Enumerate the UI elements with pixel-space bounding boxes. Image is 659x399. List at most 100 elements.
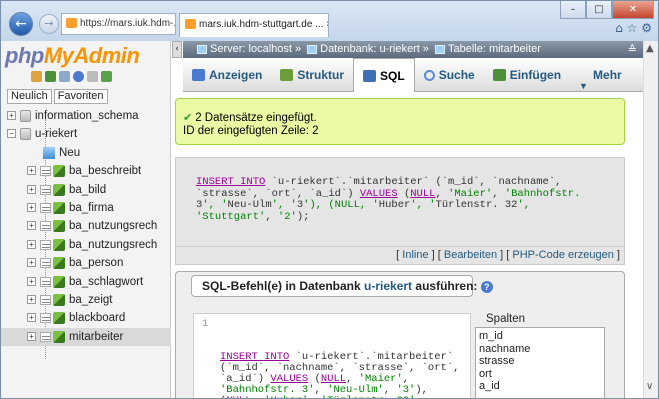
breadcrumb-database[interactable]: Datenbank: u-riekert [320, 43, 420, 55]
structure-icon[interactable] [53, 257, 65, 270]
check-icon: ✔ [183, 111, 193, 124]
expand-icon[interactable]: + [27, 294, 36, 304]
collapse-icon[interactable]: − [7, 129, 16, 139]
logout-icon[interactable] [45, 71, 56, 82]
browser-toolbar-icons[interactable]: ⌂ ☆ ⚙ [615, 21, 652, 35]
address-bar[interactable]: https://mars.iuk.hdm-... ⌕ ▾ 🔒 ↻ [61, 13, 176, 35]
tree-item[interactable]: + ba_schlagwort [1, 273, 171, 291]
scroll-down-icon[interactable]: ∨ [646, 381, 653, 392]
tab-structure[interactable]: Struktur [271, 58, 353, 92]
tree-item-label[interactable]: Neu [59, 144, 80, 162]
sql-editor[interactable]: 1 INSERT INTO `u-riekert`.`mitarbeiter`(… [193, 313, 471, 398]
columns-list[interactable]: m_id nachname strasse ort a_id [475, 327, 605, 398]
structure-icon[interactable] [53, 220, 65, 233]
tree-item[interactable]: + blackboard [1, 309, 171, 327]
minimize-button[interactable]: – [560, 1, 586, 19]
browser-tab[interactable]: mars.iuk.hdm-stuttgart.de ... × [179, 13, 329, 37]
breadcrumb-server[interactable]: Server: localhost [210, 43, 292, 55]
success-line1: 2 Datensätze eingefügt. [195, 112, 317, 124]
structure-icon[interactable] [53, 238, 65, 251]
page-scrollbar[interactable]: ▲ ∨ [643, 41, 658, 398]
tree-item[interactable]: + ba_nutzungsrech [1, 236, 171, 254]
tree-item[interactable]: − u-riekert [1, 125, 171, 143]
tree-item[interactable]: + ba_nutzungsrech [1, 217, 171, 235]
collapse-nav-button[interactable]: ‹ [172, 41, 182, 58]
expand-icon[interactable]: + [27, 276, 36, 286]
column-option[interactable]: ort [479, 368, 604, 381]
breadcrumb-table[interactable]: Tabelle: mitarbeiter [448, 43, 541, 55]
tree-item-label[interactable]: blackboard [69, 309, 125, 327]
expand-icon[interactable]: + [27, 331, 36, 341]
tree-item-label[interactable]: ba_nutzungsrech [69, 217, 157, 235]
phpmyadmin-logo[interactable]: phpMyAdmin [5, 43, 140, 69]
edit-link[interactable]: Bearbeiten [444, 249, 497, 261]
maximize-button[interactable]: □ [586, 1, 612, 19]
legend-db[interactable]: u-riekert [364, 279, 412, 293]
tab-insert[interactable]: Einfügen [484, 58, 570, 92]
back-arrow-icon[interactable]: ← [9, 12, 33, 36]
tree-item-label[interactable]: ba_nutzungsrech [69, 236, 157, 254]
column-option[interactable]: a_id [479, 380, 604, 393]
tree-item[interactable]: + ba_bild [1, 181, 171, 199]
tree-item[interactable]: + ba_beschreibt [1, 162, 171, 180]
structure-icon[interactable] [53, 312, 65, 325]
settings-icon[interactable] [87, 71, 98, 82]
tree-item-label[interactable]: ba_zeigt [69, 291, 112, 309]
tab-chevron-down[interactable]: ▼ Mehr [570, 58, 631, 92]
tab-close-icon[interactable]: × [326, 19, 328, 30]
tree-item-label[interactable]: ba_bild [69, 181, 106, 199]
tree-item-label[interactable]: u-riekert [35, 125, 77, 143]
column-option[interactable]: m_id [479, 330, 604, 343]
expand-icon[interactable]: + [27, 221, 36, 231]
table-menu: Anzeigen Struktur SQL Suche Einfügen ▼ Mehr [183, 58, 643, 92]
browser-window: ← → https://mars.iuk.hdm-... ⌕ ▾ 🔒 ↻ mar… [0, 0, 659, 399]
tree-item[interactable]: Neu [1, 144, 171, 162]
column-option[interactable]: nachname [479, 343, 604, 356]
column-option[interactable]: strasse [479, 355, 604, 368]
expand-icon[interactable]: + [27, 184, 36, 194]
expand-icon[interactable]: + [27, 258, 36, 268]
php-code-link[interactable]: PHP-Code erzeugen [512, 249, 614, 261]
tab-favoriten[interactable]: Favoriten [53, 89, 108, 104]
tab-label: Struktur [297, 68, 345, 82]
tree-item[interactable]: + information_schema [1, 107, 171, 125]
scroll-up-icon[interactable]: ▲ [646, 43, 654, 54]
tab-title: mars.iuk.hdm-stuttgart.de ... [199, 19, 324, 30]
tree-item[interactable]: + ba_person [1, 254, 171, 272]
structure-icon[interactable] [53, 293, 65, 306]
tree-item[interactable]: + mitarbeiter [1, 327, 171, 347]
expand-icon[interactable]: + [27, 166, 36, 176]
forward-arrow-icon[interactable]: → [39, 14, 59, 34]
tree-item[interactable]: + ba_zeigt [1, 291, 171, 309]
tree-item[interactable]: + ba_firma [1, 199, 171, 217]
structure-icon[interactable] [53, 165, 65, 178]
structure-icon[interactable] [53, 183, 65, 196]
expand-icon[interactable]: + [27, 239, 36, 249]
expand-icon[interactable]: + [7, 111, 16, 120]
home-icon[interactable] [31, 71, 42, 82]
docs-icon[interactable] [73, 71, 84, 82]
structure-icon[interactable] [53, 201, 65, 214]
tree-item-label[interactable]: mitarbeiter [69, 328, 123, 346]
table-icon [40, 331, 51, 342]
tab-label: Einfügen [509, 68, 562, 82]
tree-item-label[interactable]: ba_firma [69, 199, 114, 217]
help-icon[interactable]: ? [480, 280, 493, 293]
expand-icon[interactable]: + [27, 202, 36, 212]
collapse-topbar-icon[interactable]: ≙ [628, 41, 637, 58]
tab-browse[interactable]: Anzeigen [183, 58, 271, 92]
inline-edit-link[interactable]: Inline [402, 249, 428, 261]
tab-neulich[interactable]: Neulich [7, 89, 52, 104]
structure-icon[interactable] [53, 275, 65, 288]
tab-sql[interactable]: SQL [353, 58, 415, 92]
tree-item-label[interactable]: ba_person [69, 254, 123, 272]
tree-item-label[interactable]: ba_beschreibt [69, 162, 141, 180]
close-button[interactable]: ✕ [612, 1, 654, 19]
reload-icon[interactable] [101, 71, 112, 82]
expand-icon[interactable]: + [27, 313, 36, 323]
tree-item-label[interactable]: ba_schlagwort [69, 273, 143, 291]
structure-icon[interactable] [53, 330, 65, 343]
query-window-icon[interactable] [59, 71, 70, 82]
tab-search[interactable]: Suche [415, 58, 484, 92]
tree-item-label[interactable]: information_schema [35, 107, 139, 125]
